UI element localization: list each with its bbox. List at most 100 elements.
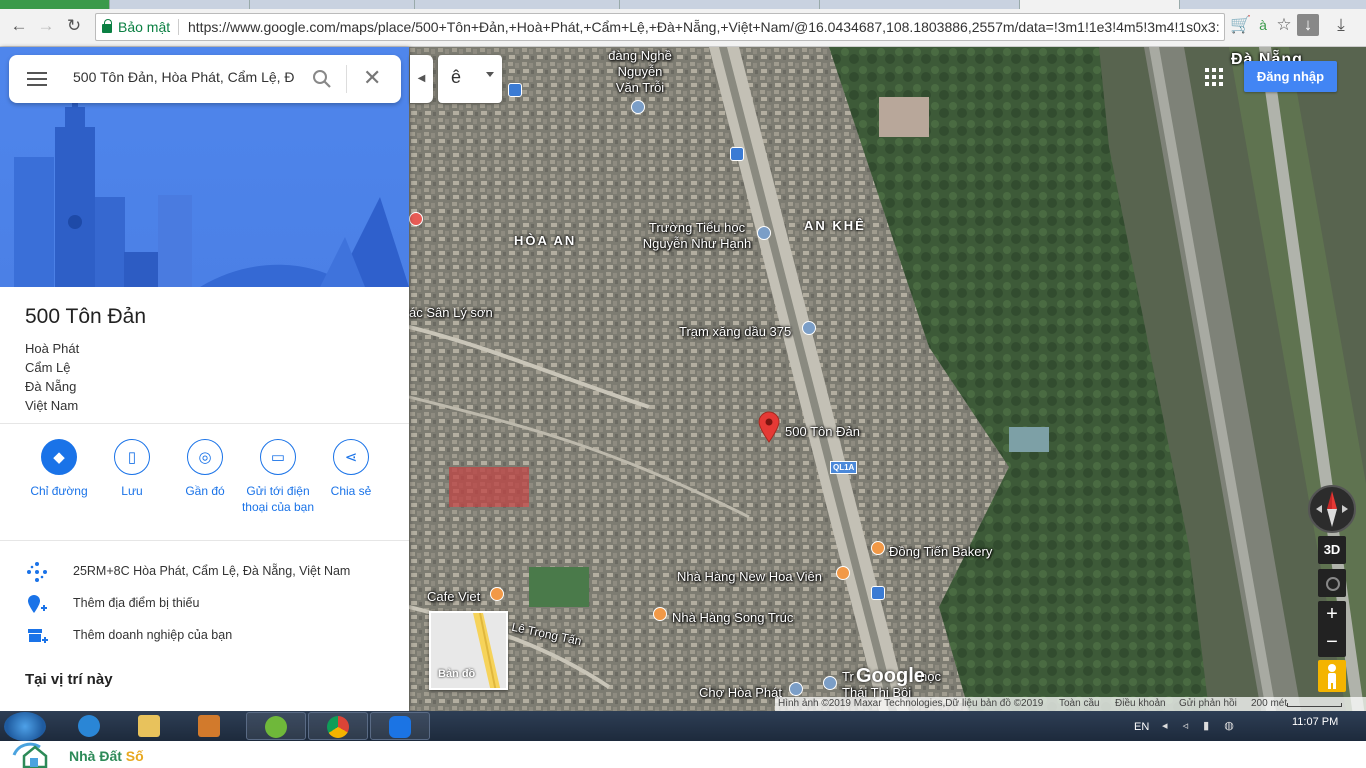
explorer-button[interactable] xyxy=(120,712,180,740)
map-label-market[interactable]: Chợ Hòa Phát xyxy=(699,685,782,700)
share-button[interactable]: ⋖ Chia sẻ xyxy=(313,439,389,499)
send-to-phone-icon: ▭ xyxy=(260,439,296,475)
pegman-icon[interactable] xyxy=(1318,660,1346,692)
3d-toggle-button[interactable]: 3D xyxy=(1318,536,1346,564)
cart-icon[interactable]: 🛒 xyxy=(1230,14,1252,36)
sign-in-button[interactable]: Đăng nhập xyxy=(1244,61,1337,92)
map-label-cac-san[interactable]: ác Sân Lý sơn xyxy=(409,305,493,320)
star-icon[interactable]: ☆ xyxy=(1273,14,1295,36)
clock[interactable]: 11:07 PM xyxy=(1292,716,1338,728)
google-logo: Google xyxy=(856,665,925,687)
forward-button[interactable]: → xyxy=(35,15,57,37)
scale-label[interactable]: 200 mét xyxy=(1251,698,1287,709)
plus-code-text[interactable]: 25RM+8C Hòa Phát, Cẩm Lệ, Đà Nẵng, Việt … xyxy=(73,564,350,578)
map-label-restaurant-hoa-vien[interactable]: Nhà Hàng New Hoa Viên xyxy=(677,569,822,584)
address-line: Hoà Phát xyxy=(25,341,80,356)
search-icon[interactable] xyxy=(311,68,333,90)
address-line: Đà Nẵng xyxy=(25,379,77,394)
map-label-cafe[interactable]: Cafe Viet xyxy=(427,589,480,604)
media-button[interactable] xyxy=(180,712,240,740)
my-location-icon[interactable] xyxy=(1318,569,1346,597)
watermark-part1: Nhà Đất xyxy=(69,748,126,764)
layer-dropdown[interactable]: ê xyxy=(438,55,502,103)
watermark-part2: Số xyxy=(125,748,144,764)
chrome-button[interactable] xyxy=(308,712,368,740)
save-button[interactable]: ▯ Lưu xyxy=(94,439,170,499)
school-icon[interactable] xyxy=(757,226,771,240)
close-icon[interactable]: ✕ xyxy=(363,66,381,90)
bus-stop-icon[interactable] xyxy=(508,83,522,97)
compass-icon[interactable] xyxy=(1308,485,1356,533)
restaurant-icon[interactable] xyxy=(653,607,667,621)
secure-indicator[interactable]: Bảo mật xyxy=(102,14,170,40)
tray-icons[interactable]: ◂ ◃ ▮ ◍ xyxy=(1162,719,1242,733)
bus-stop-icon[interactable] xyxy=(871,586,885,600)
school-icon[interactable] xyxy=(823,676,837,690)
address-bar[interactable]: Bảo mật https://www.google.com/maps/plac… xyxy=(95,13,1225,41)
directions-button[interactable]: ◆ Chỉ đường xyxy=(21,439,97,499)
share-icon: ⋖ xyxy=(333,439,369,475)
satellite-map[interactable]: đàng Nghề Nguyễn Văn Trỗi HÒA AN AN KHÊ … xyxy=(409,47,1366,711)
zoom-in-button[interactable]: + xyxy=(1318,601,1346,629)
school-icon[interactable] xyxy=(631,100,645,114)
cafe-icon[interactable] xyxy=(490,587,504,601)
app-button[interactable] xyxy=(246,712,306,740)
location-pin-icon[interactable] xyxy=(758,411,780,443)
reload-button[interactable]: ↻ xyxy=(63,15,85,37)
map-label-school[interactable]: Trường Tiểu học Nguyễn Như Hạnh xyxy=(637,220,757,252)
map-label-gas-station[interactable]: Trạm xăng dầu 375 xyxy=(679,324,791,339)
download-icon[interactable]: ⤓ xyxy=(1330,14,1352,36)
zoom-out-button[interactable]: − xyxy=(1318,629,1346,657)
map-label-vocational[interactable]: đàng Nghề Nguyễn Văn Trỗi xyxy=(605,48,675,96)
extension-icon[interactable]: à xyxy=(1252,14,1274,36)
address-separator xyxy=(178,19,179,35)
restaurant-icon[interactable] xyxy=(836,566,850,580)
language-indicator[interactable]: EN xyxy=(1134,721,1149,733)
map-type-toggle[interactable]: Bản đồ xyxy=(429,611,508,690)
terms-link[interactable]: Điều khoản xyxy=(1115,698,1166,709)
add-business-text[interactable]: Thêm doanh nghiệp của bạn xyxy=(73,628,232,642)
collapse-panel-button[interactable]: ◀ xyxy=(410,55,433,103)
share-label: Chia sẻ xyxy=(330,484,372,498)
map-label-pin[interactable]: 500 Tôn Đản xyxy=(785,424,860,439)
add-place-row[interactable]: Thêm địa điểm bị thiếu xyxy=(0,591,409,619)
download-extension-icon[interactable]: ↓ xyxy=(1297,14,1319,36)
add-business-row[interactable]: Thêm doanh nghiệp của bạn xyxy=(0,623,409,651)
attribution-bar: Hình ảnh ©2019 Maxar Technologies,Dữ liệ… xyxy=(775,697,1366,711)
map-label-tr[interactable]: Tr xyxy=(842,669,854,684)
plus-code-icon xyxy=(27,562,47,582)
browser-toolbar: ← → ↻ Bảo mật https://www.google.com/map… xyxy=(0,0,1366,47)
zalo-button[interactable] xyxy=(370,712,430,740)
menu-icon[interactable] xyxy=(27,72,47,86)
chrome-icon xyxy=(327,716,349,738)
market-icon[interactable] xyxy=(789,682,803,696)
plus-code-row[interactable]: 25RM+8C Hòa Phát, Cẩm Lệ, Đà Nẵng, Việt … xyxy=(0,559,409,587)
apps-grid-icon[interactable] xyxy=(1205,68,1223,86)
url-text[interactable]: https://www.google.com/maps/place/500+Tô… xyxy=(188,14,1220,40)
area-label-an-khe: AN KHÊ xyxy=(804,218,866,233)
map-label-restaurant-song-truc[interactable]: Nhà Hàng Song Trúc xyxy=(672,610,793,625)
hospital-icon[interactable] xyxy=(409,212,423,226)
lock-icon xyxy=(102,19,112,33)
house-logo-icon xyxy=(12,742,48,768)
tab-strip[interactable] xyxy=(0,0,1366,9)
back-button[interactable]: ← xyxy=(8,15,30,37)
bookmark-icon: ▯ xyxy=(114,439,150,475)
start-button[interactable] xyxy=(4,712,46,741)
search-box[interactable]: ✕ xyxy=(9,55,401,103)
directions-label: Chỉ đường xyxy=(30,484,88,498)
ie-button[interactable] xyxy=(60,712,120,740)
watermark: Nhà Đất Số xyxy=(0,741,1366,768)
search-input[interactable] xyxy=(73,69,301,85)
bakery-icon[interactable] xyxy=(871,541,885,555)
feedback-link[interactable]: Gửi phản hồi xyxy=(1179,698,1237,709)
bus-stop-icon[interactable] xyxy=(730,147,744,161)
send-to-phone-button[interactable]: ▭ Gửi tới điện thoại của bạn xyxy=(240,439,316,515)
global-link[interactable]: Toàn cầu xyxy=(1059,698,1100,709)
gas-station-icon[interactable] xyxy=(802,321,816,335)
zalo-icon xyxy=(389,716,411,738)
nearby-button[interactable]: ◎ Gần đó xyxy=(167,439,243,499)
add-place-text[interactable]: Thêm địa điểm bị thiếu xyxy=(73,596,199,610)
map-label-bakery[interactable]: Đồng Tiến Bakery xyxy=(889,544,992,559)
system-tray: EN ◂ ◃ ▮ ◍ 11:07 PM xyxy=(1130,711,1366,741)
